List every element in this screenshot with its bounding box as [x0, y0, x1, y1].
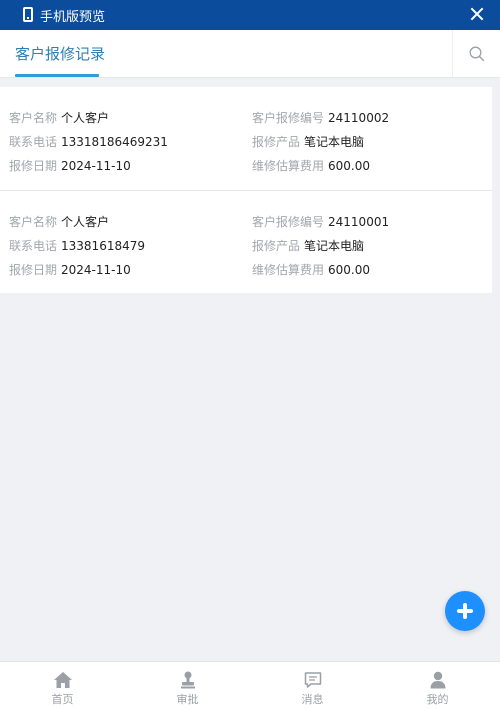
date-label: 报修日期 [9, 263, 58, 277]
nav-profile-label: 我的 [426, 693, 449, 706]
fee-value: 600.00 [328, 263, 371, 277]
fee-field: 维修估算费用 600.00 [252, 157, 370, 174]
bottom-navigation: 首页 审批 消息 我的 [0, 661, 500, 710]
phone-value: 13318186469231 [61, 135, 168, 149]
mobile-phone-icon [22, 7, 36, 23]
repair-record-list: 客户名称 个人客户 客户报修编号 24110002 联系电话 133181864692… [0, 87, 500, 293]
tab-customer-repair-records[interactable]: 客户报修记录 [15, 30, 105, 78]
tab-header: 客户报修记录 [0, 30, 500, 78]
customer-name-value: 个人客户 [61, 111, 110, 125]
date-value: 2024-11-10 [61, 263, 131, 277]
repair-record-card[interactable]: 客户名称 个人客户 客户报修编号 24110002 联系电话 133181864692… [0, 87, 492, 190]
date-field: 报修日期 2024-11-10 [9, 261, 131, 278]
home-icon [53, 672, 72, 688]
customer-name-field: 客户名称 个人客户 [9, 213, 109, 230]
nav-item-messages[interactable]: 消息 [250, 662, 375, 710]
repair-no-field: 客户报修编号 24110002 [252, 109, 389, 126]
date-field: 报修日期 2024-11-10 [9, 157, 131, 174]
add-record-button[interactable] [445, 591, 485, 631]
nav-item-profile[interactable]: 我的 [375, 662, 500, 710]
product-value: 笔记本电脑 [304, 239, 365, 253]
repair-no-label: 客户报修编号 [252, 111, 325, 125]
date-value: 2024-11-10 [61, 159, 131, 173]
phone-label: 联系电话 [9, 239, 58, 253]
user-icon [430, 671, 445, 689]
fee-label: 维修估算费用 [252, 263, 325, 277]
window-title: 手机版预览 [40, 9, 106, 25]
date-label: 报修日期 [9, 159, 58, 173]
close-icon[interactable] [468, 5, 486, 23]
product-value: 笔记本电脑 [304, 135, 365, 149]
product-field: 报修产品 笔记本电脑 [252, 237, 364, 254]
nav-item-approval[interactable]: 审批 [125, 662, 250, 710]
product-field: 报修产品 笔记本电脑 [252, 133, 364, 150]
fee-value: 600.00 [328, 159, 371, 173]
nav-approval-label: 审批 [176, 693, 199, 706]
repair-no-field: 客户报修编号 24110001 [252, 213, 389, 230]
repair-no-value: 24110001 [328, 215, 390, 229]
app-window: 手机版预览 客户报修记录 客户名称 个人客户 客户报修编号 24110002 联系电… [0, 0, 500, 710]
repair-no-value: 24110002 [328, 111, 390, 125]
nav-home-label: 首页 [51, 693, 74, 706]
phone-field: 联系电话 13381618479 [9, 237, 145, 254]
repair-record-card[interactable]: 客户名称 个人客户 客户报修编号 24110001 联系电话 13381618479 … [0, 190, 492, 293]
fee-field: 维修估算费用 600.00 [252, 261, 370, 278]
repair-no-label: 客户报修编号 [252, 215, 325, 229]
stamp-icon [180, 671, 195, 689]
search-button[interactable] [452, 30, 500, 78]
customer-name-label: 客户名称 [9, 111, 58, 125]
phone-label: 联系电话 [9, 135, 58, 149]
phone-value: 13381618479 [61, 239, 145, 253]
active-tab-indicator [15, 74, 99, 77]
customer-name-value: 个人客户 [61, 215, 110, 229]
product-label: 报修产品 [252, 239, 301, 253]
nav-item-home[interactable]: 首页 [0, 662, 125, 710]
product-label: 报修产品 [252, 135, 301, 149]
message-icon [304, 672, 321, 688]
fee-label: 维修估算费用 [252, 159, 325, 173]
customer-name-field: 客户名称 个人客户 [9, 109, 109, 126]
nav-messages-label: 消息 [301, 693, 324, 706]
search-icon [469, 46, 485, 62]
customer-name-label: 客户名称 [9, 215, 58, 229]
phone-field: 联系电话 13318186469231 [9, 133, 168, 150]
title-bar: 手机版预览 [0, 0, 500, 30]
